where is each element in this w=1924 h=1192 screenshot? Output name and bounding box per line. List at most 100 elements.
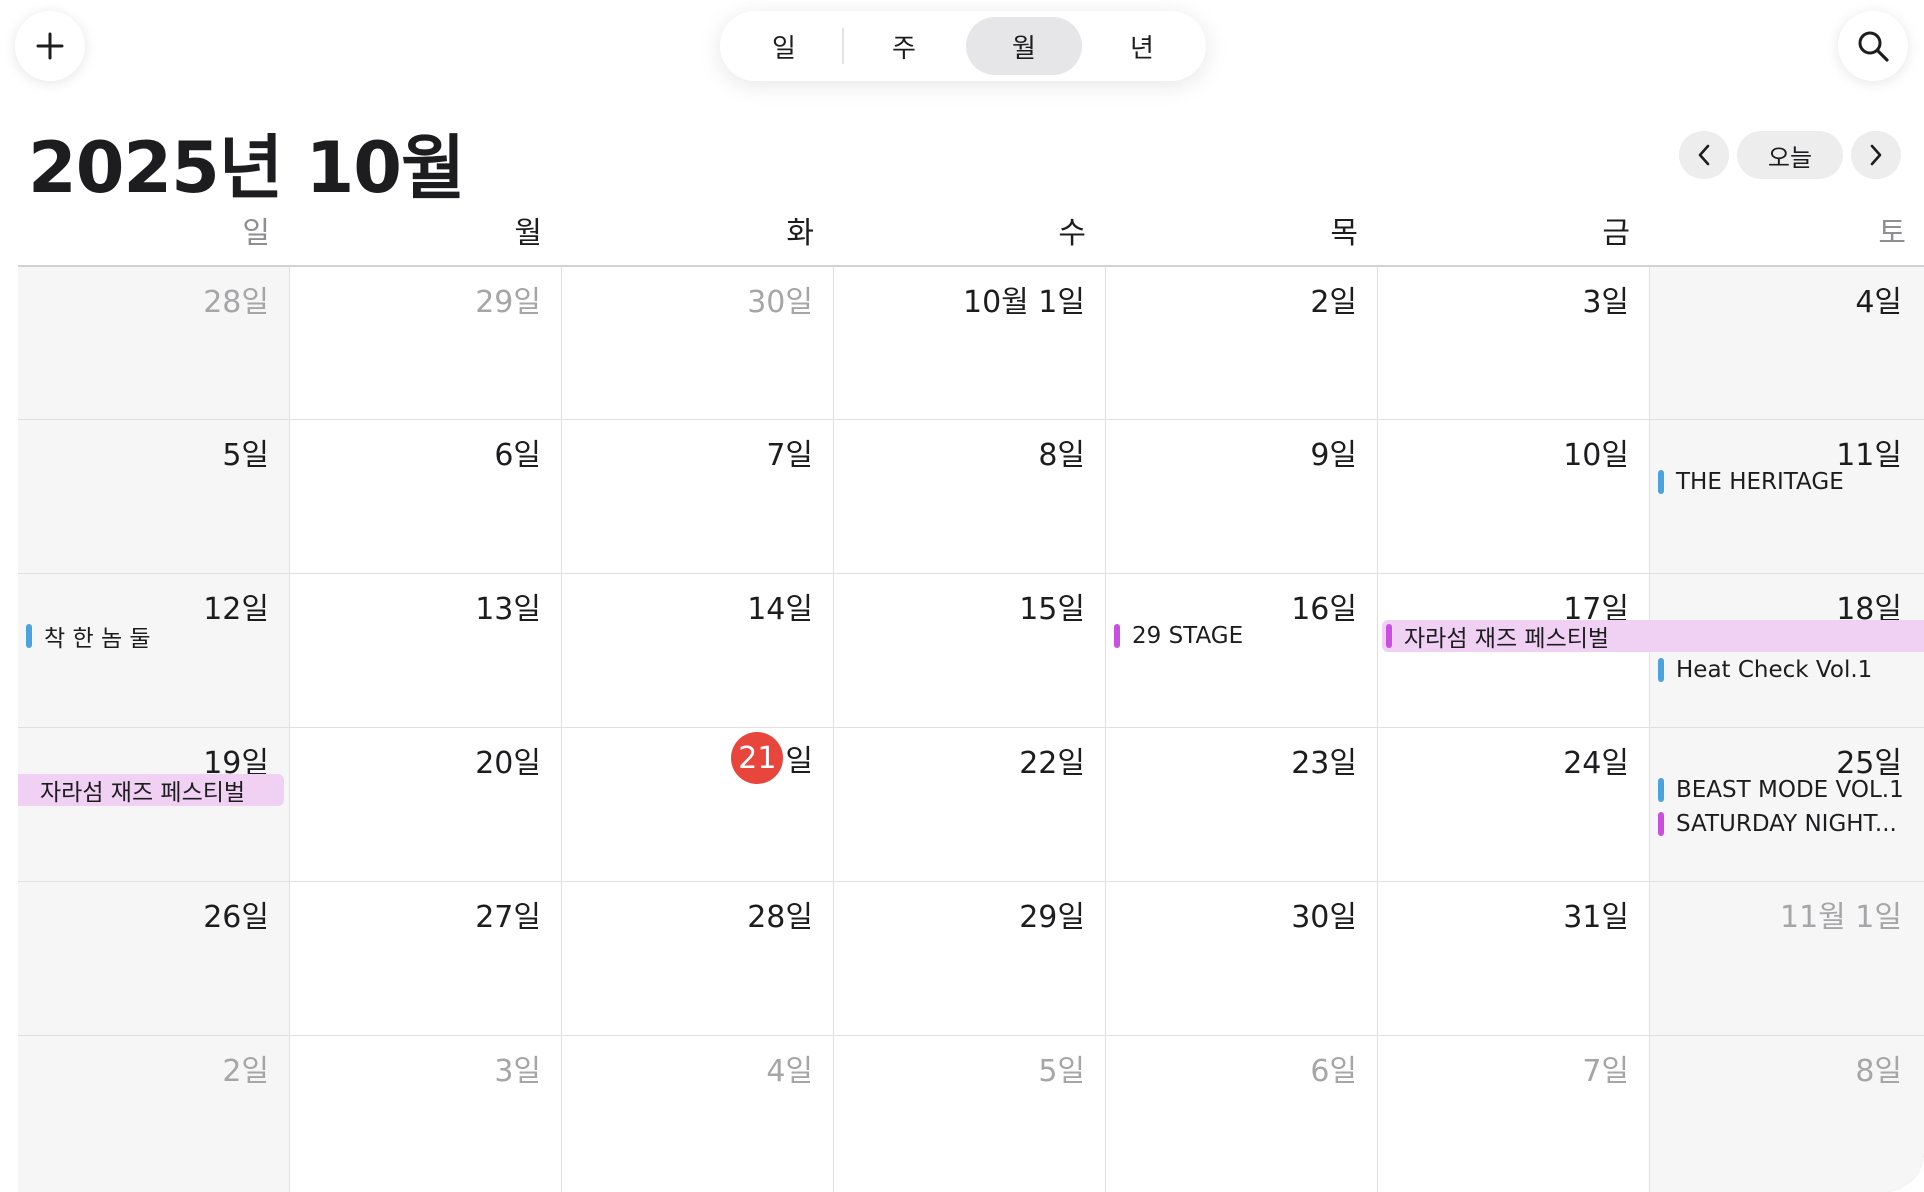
day-cell[interactable]: 16일 [1106,574,1378,728]
day-number: 28일 [203,285,269,320]
tab-day[interactable]: 일 [726,17,842,75]
calendar-event[interactable]: 착 한 놈 둘 [26,622,284,650]
next-month-button[interactable] [1851,131,1901,179]
calendar-event[interactable]: THE HERITAGE [1658,468,1924,496]
weekday-label: 토 [1878,216,1906,251]
day-cell[interactable]: 20일 [290,728,562,882]
day-cell[interactable]: 3일 [1378,267,1650,420]
day-cell[interactable]: 25일 [1650,728,1924,882]
day-cell[interactable]: 14일 [562,574,834,728]
day-number: 4일 [766,1054,813,1089]
day-cell[interactable]: 30일 [562,267,834,420]
day-cell[interactable]: 6일 [1106,1036,1378,1192]
day-cell[interactable]: 26일 [18,882,290,1036]
event-title: SATURDAY NIGHT... [1676,811,1897,837]
day-cell[interactable]: 13일 [290,574,562,728]
day-cell[interactable]: 9일 [1106,420,1378,574]
day-number: 5일 [1038,1054,1085,1089]
weekday-label: 목 [1330,216,1358,251]
calendar-event[interactable]: SATURDAY NIGHT... [1658,810,1924,838]
day-cell[interactable]: 12일 [18,574,290,728]
day-cell[interactable]: 10월 1일 [834,267,1106,420]
weekday-label: 화 [786,216,814,251]
day-cell[interactable]: 5일 [18,420,290,574]
day-cell[interactable]: 8일 [834,420,1106,574]
calendar-event[interactable]: 자라섬 재즈 페스티벌 [1382,620,1924,652]
day-number: 6일 [494,438,541,473]
weekday-label: 수 [1058,216,1086,251]
day-cell[interactable]: 31일 [1378,882,1650,1036]
day-cell[interactable]: 5일 [834,1036,1106,1192]
day-number: 28일 [747,900,813,935]
day-cell[interactable]: 28일 [562,882,834,1036]
day-cell[interactable]: 4일 [562,1036,834,1192]
day-number: 29일 [475,285,541,320]
calendar-color-marker [1658,778,1664,802]
tab-month[interactable]: 월 [966,17,1082,75]
calendar-event[interactable]: Heat Check Vol.1 [1658,656,1924,684]
day-cell[interactable]: 2일 [18,1036,290,1192]
day-cell[interactable]: 3일 [290,1036,562,1192]
day-cell[interactable]: 10일 [1378,420,1650,574]
day-cell[interactable]: 27일 [290,882,562,1036]
day-cell[interactable]: 8일 [1650,1036,1924,1192]
day-number: 30일 [747,285,813,320]
calendar-color-marker [1658,658,1664,682]
day-number: 30일 [1291,900,1357,935]
day-number: 14일 [747,592,813,627]
day-cell[interactable]: 11월 1일 [1650,882,1924,1036]
previous-month-button[interactable] [1679,131,1729,179]
add-event-button[interactable] [15,11,85,81]
calendar-color-marker [26,624,32,648]
today-button[interactable]: 오늘 [1737,131,1843,179]
day-cell[interactable]: 21 일 [562,728,834,882]
view-switcher: 일 주 월 년 [720,11,1206,81]
event-title: 자라섬 재즈 페스티벌 [40,780,246,806]
search-button[interactable] [1838,11,1908,81]
day-number: 6일 [1310,1054,1357,1089]
calendar-event[interactable]: 29 STAGE [1114,622,1372,650]
day-cell[interactable]: 6일 [290,420,562,574]
day-number: 15일 [1019,592,1085,627]
day-number: 22일 [1019,746,1085,781]
plus-icon [36,32,64,60]
day-cell[interactable]: 28일 [18,267,290,420]
day-cell[interactable]: 23일 [1106,728,1378,882]
day-cell[interactable]: 30일 [1106,882,1378,1036]
day-number: 7일 [766,438,813,473]
day-number: 11월 1일 [1780,900,1902,935]
day-cell[interactable]: 7일 [562,420,834,574]
day-number: 20일 [475,746,541,781]
calendar-color-marker [1114,624,1120,648]
day-number: 4일 [1855,285,1902,320]
day-number: 7일 [1582,1054,1629,1089]
day-number: 13일 [475,592,541,627]
day-cell[interactable]: 7일 [1378,1036,1650,1192]
day-cell[interactable]: 15일 [834,574,1106,728]
calendar-color-marker [1386,624,1392,648]
day-number: 24일 [1563,746,1629,781]
event-title: 착 한 놈 둘 [44,626,151,650]
day-cell[interactable]: 11일 [1650,420,1924,574]
calendar-event[interactable]: BEAST MODE VOL.1 [1658,776,1924,804]
tab-year[interactable]: 년 [1084,17,1200,75]
day-cell[interactable]: 24일 [1378,728,1650,882]
tab-week[interactable]: 주 [846,17,962,75]
day-cell[interactable]: 22일 [834,728,1106,882]
page-title: 2025년 10월 [28,127,465,209]
day-cell[interactable]: 4일 [1650,267,1924,420]
event-title: 자라섬 재즈 페스티벌 [1404,626,1610,652]
day-number: 3일 [494,1054,541,1089]
day-number: 31일 [1563,900,1629,935]
day-number: 26일 [203,900,269,935]
day-cell[interactable]: 29일 [834,882,1106,1036]
day-cell[interactable]: 2일 [1106,267,1378,420]
today-date-label: 21 일 [731,732,813,784]
calendar-event[interactable]: 자라섬 재즈 페스티벌 [18,774,284,806]
day-number: 27일 [475,900,541,935]
today-indicator: 21 [731,732,784,784]
calendar-color-marker [1658,470,1664,494]
day-number: 8일 [1855,1054,1902,1089]
day-cell[interactable]: 29일 [290,267,562,420]
event-title: THE HERITAGE [1676,469,1844,495]
